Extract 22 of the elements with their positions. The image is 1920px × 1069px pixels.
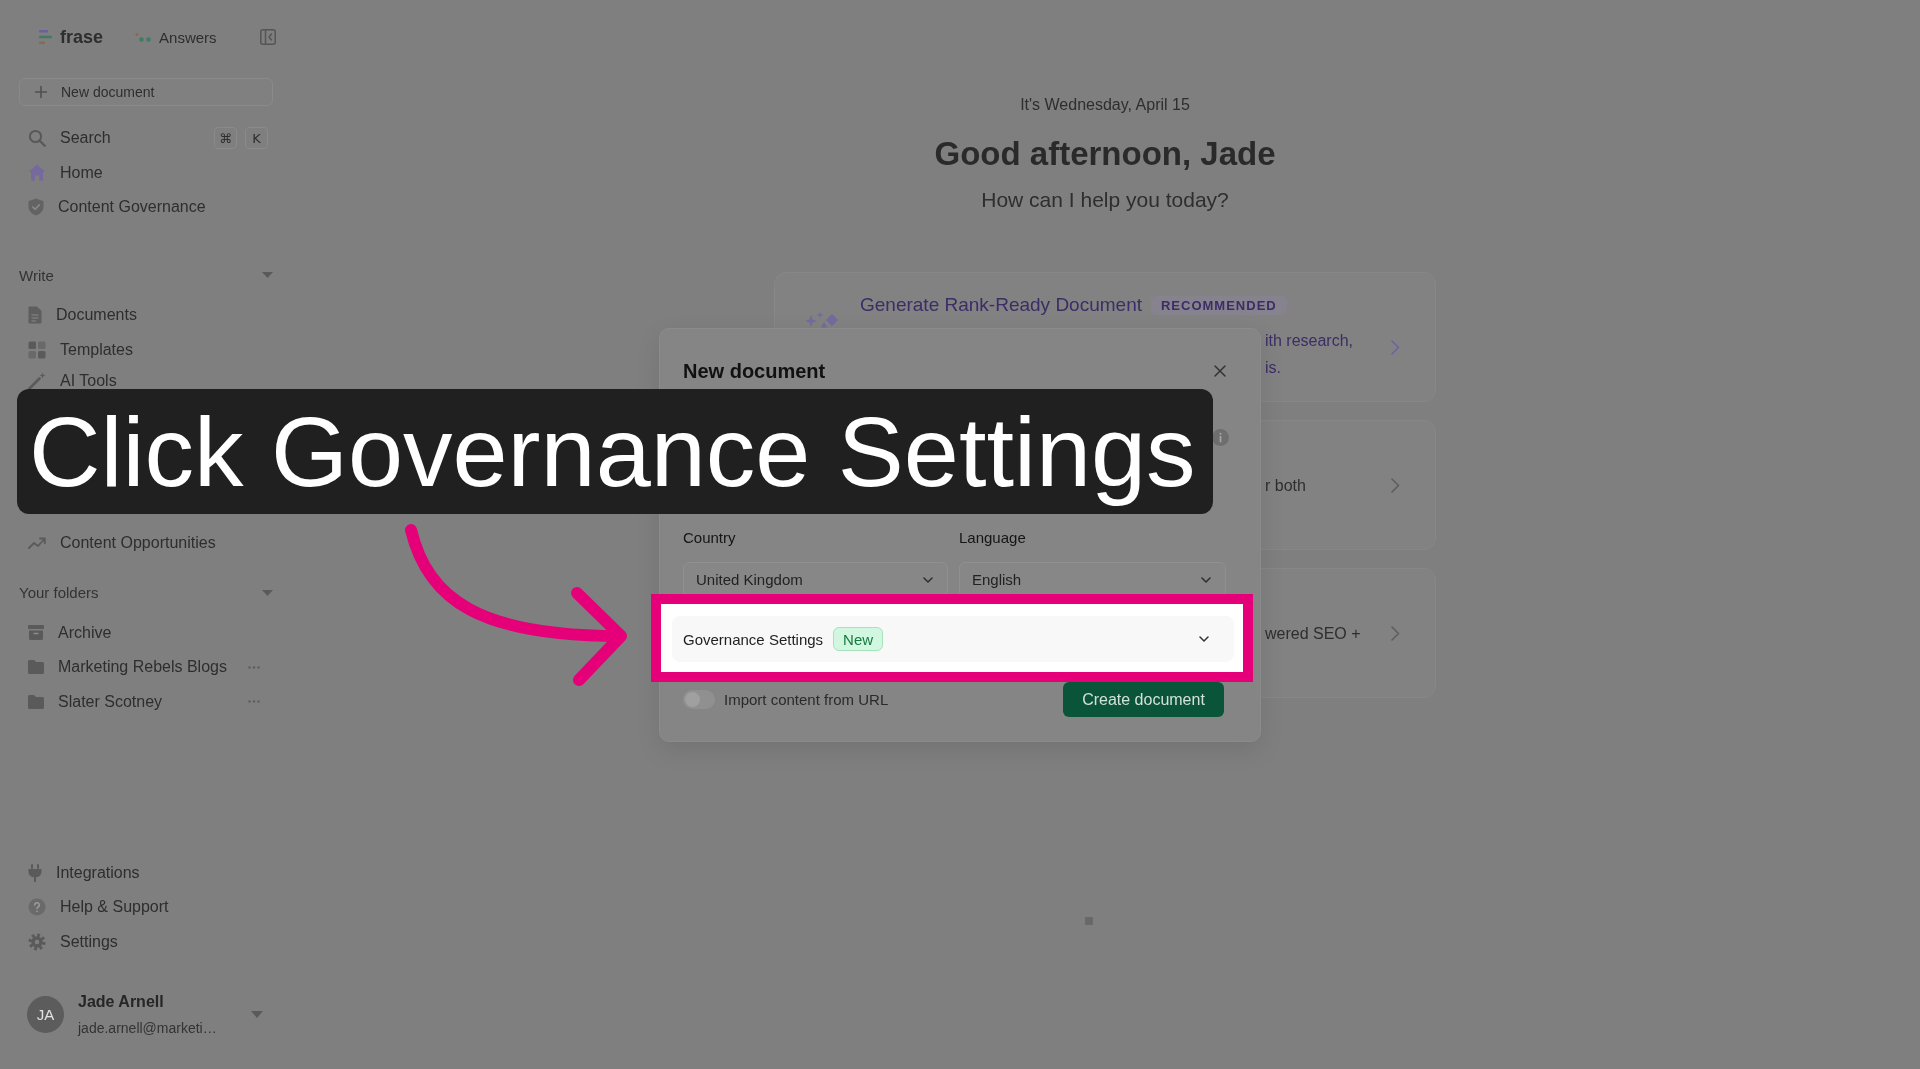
card-text: is. xyxy=(1265,358,1281,378)
section-heading: Write xyxy=(19,266,54,284)
greeting-heading: Good afternoon, Jade xyxy=(934,134,1276,174)
field-label: Country xyxy=(683,530,737,546)
section-heading: Your folders xyxy=(19,584,99,601)
card-text: r both xyxy=(1265,475,1306,496)
dialog-title: New document xyxy=(683,359,826,383)
tutorial-caption: Click Governance Settings xyxy=(17,389,1213,514)
user-email: jade.arnell@marketi… xyxy=(78,1019,217,1037)
greeting-subtitle: How can I help you today? xyxy=(981,187,1229,213)
card-text: wered SEO + xyxy=(1265,623,1361,644)
card-text: ith research, xyxy=(1265,331,1354,351)
card-title: Generate Rank-Ready Document xyxy=(860,294,1142,316)
keyboard-key: ⌘ xyxy=(214,127,237,150)
date-text: It's Wednesday, April 15 xyxy=(1020,95,1190,115)
badge: New xyxy=(833,627,884,651)
toggle-label: Import content from URL xyxy=(724,691,889,708)
avatar: JA xyxy=(27,996,64,1033)
keyboard-key: K xyxy=(245,127,268,150)
badge: RECOMMENDED xyxy=(1151,295,1287,315)
user-name: Jade Arnell xyxy=(78,992,165,1012)
field-label: Language xyxy=(959,530,1027,546)
